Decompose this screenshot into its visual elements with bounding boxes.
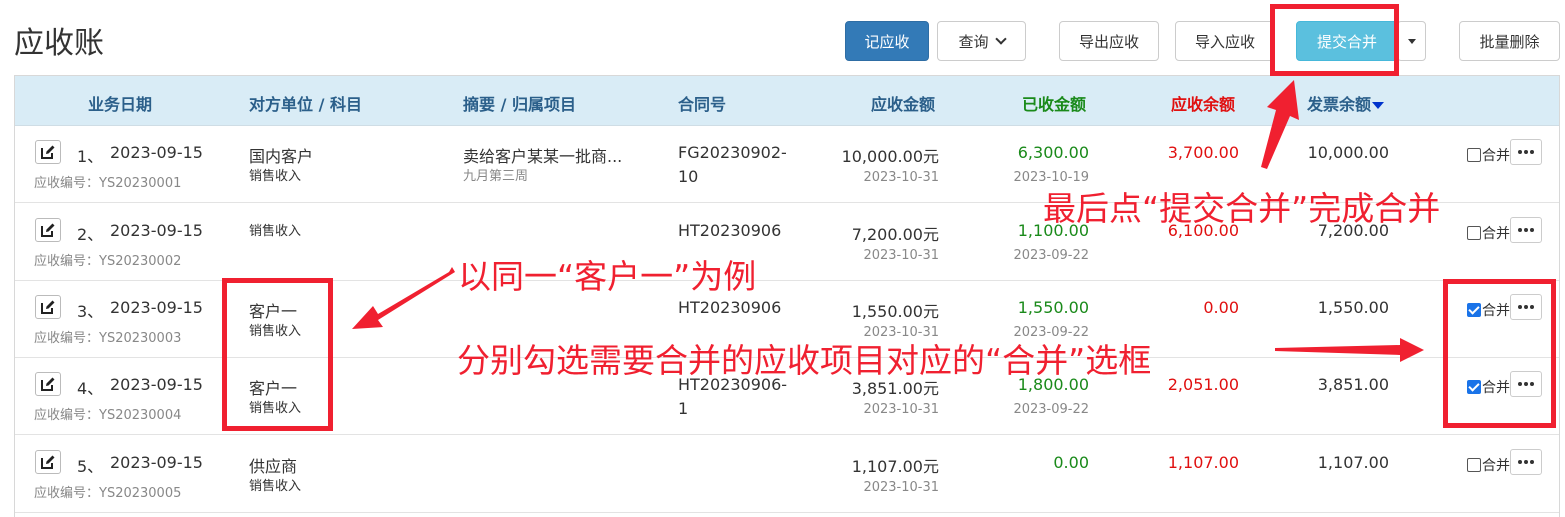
- arrow-to-merge-icon: [1275, 338, 1424, 362]
- arrow-to-submit-icon: [1261, 80, 1299, 169]
- annotation-arrows: [352, 80, 1424, 362]
- arrow-to-customer-icon: [352, 267, 455, 329]
